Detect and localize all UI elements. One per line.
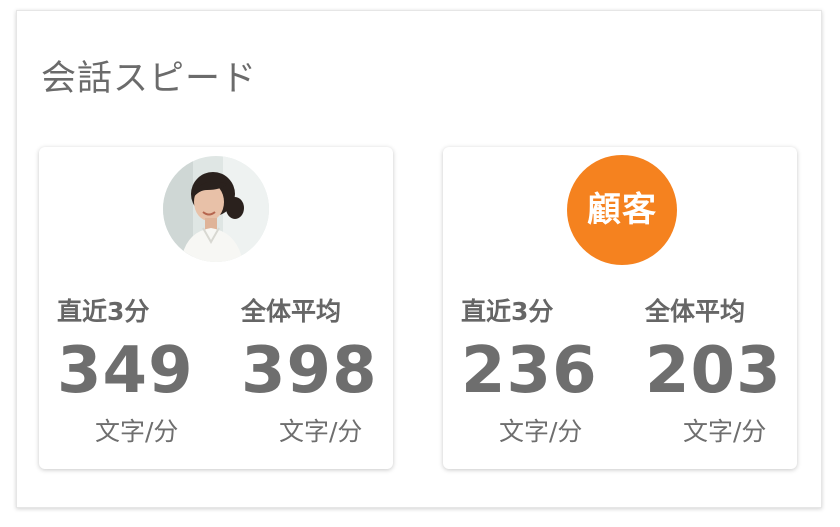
recent-value: 349 [57, 334, 194, 408]
customer-badge: 顧客 [567, 155, 677, 265]
average-value: 203 [645, 334, 782, 408]
recent-value: 236 [461, 334, 598, 408]
average-unit: 文字/分 [683, 417, 767, 446]
operator-speed-card: 直近3分 全体平均 349 398 文字/分 文字/分 [39, 147, 393, 469]
panel-title: 会話スピード [41, 59, 258, 99]
average-label: 全体平均 [645, 297, 746, 326]
recent-unit: 文字/分 [95, 417, 179, 446]
operator-avatar [163, 156, 269, 262]
customer-speed-card: 顧客 直近3分 全体平均 236 203 文字/分 文字/分 [443, 147, 797, 469]
average-label: 全体平均 [241, 297, 342, 326]
average-unit: 文字/分 [279, 417, 363, 446]
average-value: 398 [241, 334, 378, 408]
operator-photo-icon [163, 156, 269, 262]
recent-unit: 文字/分 [499, 417, 583, 446]
conversation-speed-panel: 会話スピード 直近3分 全体平均 349 398 文字/分 文字/分 顧客 直近… [16, 10, 822, 508]
recent-label: 直近3分 [57, 297, 150, 326]
recent-label: 直近3分 [461, 297, 554, 326]
